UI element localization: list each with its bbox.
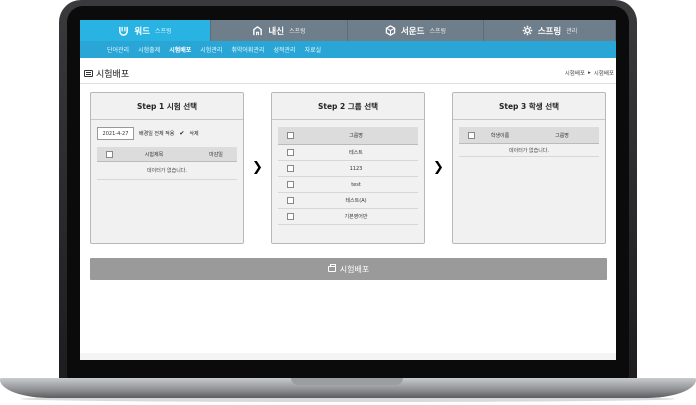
col-group-name: 그룹명 (555, 132, 569, 139)
topnav-school-label: 내신 (268, 26, 285, 37)
select-all-checkbox[interactable] (468, 131, 475, 139)
apply-all-date-label[interactable]: 배경일 전체 적용 (139, 130, 174, 137)
row-checkbox[interactable] (287, 197, 294, 204)
topnav-admin-label: 스프링 (537, 26, 562, 37)
row-checkbox[interactable] (287, 181, 294, 188)
screen: 워드 스프링 내신 스프링 서운드 스프링 스프링 관리 단어관리 시험출제 시… (80, 20, 616, 360)
school-icon (253, 25, 263, 36)
group-name: 테스트 (349, 150, 363, 156)
print-icon (327, 264, 336, 272)
topnav-admin[interactable]: 스프링 관리 (484, 20, 616, 41)
distribute-test-button[interactable]: 시험배포 (90, 258, 607, 280)
student-table-header: 학생이름 그룹명 (459, 127, 599, 144)
top-navigation: 워드 스프링 내신 스프링 서운드 스프링 스프링 관리 (80, 20, 616, 41)
subnav-resources[interactable]: 자료실 (305, 45, 322, 54)
group-name: 기본영어반 (344, 214, 368, 220)
gear-icon (522, 25, 533, 36)
sub-navigation: 단어관리 시험출제 시험배포 시험관리 취약어휘관리 성적관리 자료실 (80, 41, 616, 58)
step3-panel: Step 3 학생 선택 학생이름 그룹명 데이터가 없습니다. (452, 92, 606, 244)
breadcrumb-item[interactable]: 시험배포 (565, 69, 585, 77)
table-row[interactable]: 테스트(A) (278, 193, 418, 209)
topnav-school-sub: 스프링 (289, 28, 306, 35)
empty-message: 데이터가 없습니다. (97, 162, 237, 180)
subnav-test-manage[interactable]: 시험관리 (200, 45, 222, 54)
page-header: 시험배포 시험배포 ▸ 시험배포 (84, 66, 614, 80)
col-student-name: 학생이름 (490, 132, 510, 139)
topnav-sound[interactable]: 서운드 스프링 (348, 20, 484, 41)
table-row[interactable]: 테스트 (278, 145, 418, 161)
row-checkbox[interactable] (287, 165, 294, 172)
list-icon (84, 69, 93, 77)
step2-title: Step 2 그룹 선택 (272, 93, 424, 120)
col-test-title: 시험제목 (144, 151, 164, 158)
chevron-right-icon: ❯ (433, 160, 444, 175)
laptop-notch (291, 378, 403, 385)
header-divider (80, 83, 616, 84)
distribute-test-label: 시험배포 (339, 264, 370, 274)
subnav-test-distribute[interactable]: 시험배포 (169, 45, 191, 54)
step1-filter-row: 2021-4-27 배경일 전체 적용 ✔ 삭제 (91, 120, 243, 140)
check-icon[interactable]: ✔ (179, 130, 184, 137)
page-title-text: 시험배포 (96, 69, 130, 80)
group-table-header: 그룹명 (278, 127, 418, 145)
col-group-name: 그룹명 (349, 133, 363, 139)
group-name: 1123 (349, 165, 363, 172)
topnav-sound-label: 서운드 (400, 26, 425, 37)
subnav-weak-vocab[interactable]: 취약어휘관리 (231, 45, 264, 54)
table-row[interactable]: 1123 (278, 161, 418, 177)
table-row[interactable]: test (278, 177, 418, 193)
subnav-grades[interactable]: 성적관리 (274, 45, 296, 54)
breadcrumb-item: 시험배포 (593, 71, 614, 77)
step1-title: Step 1 시험 선택 (91, 93, 243, 120)
subnav-test-create[interactable]: 시험출제 (138, 45, 160, 54)
subnav-word-manage[interactable]: 단어관리 (107, 45, 129, 54)
step2-panel: Step 2 그룹 선택 그룹명 테스트 1123 test 테스트(A) 기본… (271, 92, 425, 244)
delete-label[interactable]: 삭제 (189, 130, 198, 137)
group-name: 테스트(A) (345, 198, 367, 204)
step3-title: Step 3 학생 선택 (453, 93, 605, 120)
breadcrumb-separator-icon: ▸ (587, 70, 591, 76)
select-all-checkbox[interactable] (106, 150, 113, 158)
words-logo-icon (119, 26, 129, 36)
select-all-checkbox[interactable] (287, 132, 294, 139)
test-table: 시험제목 마감일 데이터가 없습니다. (97, 147, 237, 180)
screen-bottom-strip (80, 353, 616, 360)
col-deadline: 마감일 (209, 151, 223, 158)
chevron-right-icon: ❯ (252, 160, 263, 175)
cube-icon (385, 25, 396, 36)
topnav-words-label: 워드 (134, 26, 151, 37)
step1-panel: Step 1 시험 선택 2021-4-27 배경일 전체 적용 ✔ 삭제 시험… (90, 92, 244, 244)
test-table-header: 시험제목 마감일 (97, 147, 237, 162)
row-checkbox[interactable] (287, 149, 294, 156)
group-name: test (351, 181, 361, 188)
row-checkbox[interactable] (287, 213, 294, 220)
table-row[interactable]: 기본영어반 (278, 209, 418, 225)
empty-message: 데이터가 없습니다. (459, 144, 599, 157)
student-table: 학생이름 그룹명 데이터가 없습니다. (459, 127, 599, 157)
group-table: 그룹명 테스트 1123 test 테스트(A) 기본영어반 (278, 127, 418, 225)
date-input[interactable]: 2021-4-27 (97, 127, 134, 140)
topnav-school[interactable]: 내신 스프링 (211, 20, 348, 41)
topnav-words[interactable]: 워드 스프링 (80, 20, 211, 41)
page-title: 시험배포 (84, 67, 129, 80)
breadcrumb: 시험배포 ▸ 시험배포 (565, 69, 614, 77)
topnav-words-sub: 스프링 (155, 28, 172, 35)
topnav-admin-sub: 관리 (566, 28, 578, 35)
topnav-sound-sub: 스프링 (429, 28, 447, 35)
